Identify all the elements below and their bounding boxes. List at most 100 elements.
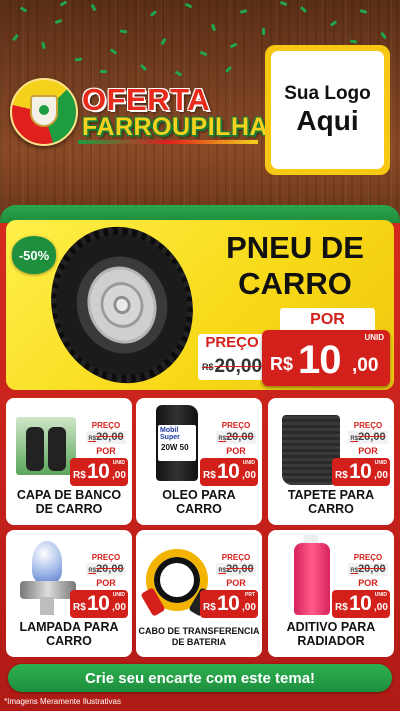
logo-text-line-1: Sua Logo: [284, 83, 371, 104]
confetti-piece: [109, 48, 118, 55]
confetti-piece: [239, 9, 248, 14]
bulb-pin: [40, 597, 54, 615]
por-label: POR: [226, 578, 246, 588]
product-card[interactable]: PREÇO R$20,00 POR UNID R$ 10,00 TAPETE PARA CA…: [268, 398, 394, 525]
old-currency: R$: [218, 568, 227, 574]
new-currency: R$: [73, 470, 86, 481]
unit-label: UNID: [112, 460, 125, 466]
featured-old-price: R$ 20,00: [198, 354, 266, 380]
logo-placeholder-inner: Sua Logo Aqui: [271, 51, 384, 169]
title-line-2: FARROUPILHA: [82, 113, 269, 141]
preco-label: PREÇO: [86, 552, 126, 563]
confetti-piece: [12, 33, 19, 42]
seat-shape: [26, 427, 44, 471]
confetti-piece: [74, 57, 83, 62]
new-price: UNID R$ 10,00: [70, 590, 128, 618]
new-price-int: 10: [217, 592, 240, 615]
featured-title: PNEU DE CARRO: [226, 230, 364, 301]
product-name: OLEO PARA CARRO: [162, 488, 236, 516]
new-price: UNID R$ 10,00: [200, 458, 258, 486]
featured-por-label: POR: [280, 308, 375, 332]
oil-can-icon: Mobil Super 20W 50: [142, 403, 208, 483]
por-label: POR: [96, 578, 116, 588]
logo-placeholder[interactable]: Sua Logo Aqui: [265, 45, 390, 175]
unit-label: UNID: [374, 460, 387, 466]
seat-shape: [48, 427, 66, 471]
product-name: LAMPADA PARA CARRO: [19, 620, 119, 648]
oil-viscosity: 20W 50: [161, 443, 189, 452]
featured-preco-label: PREÇO: [198, 334, 266, 354]
new-currency: R$: [270, 354, 294, 374]
old-price: R$20,00: [86, 431, 126, 444]
preco-label: PREÇO: [348, 552, 388, 563]
headlight-bulb-icon: [12, 535, 78, 615]
new-price-dec: ,00: [112, 470, 126, 481]
confetti-piece: [160, 37, 167, 46]
product-card[interactable]: PREÇO R$20,00 POR UNID R$ 10,00 LAMPADA PARA C…: [6, 530, 132, 657]
old-value: 20,00: [214, 356, 263, 377]
confetti-piece: [149, 10, 158, 17]
por-label: POR: [226, 446, 246, 456]
old-value: 20,00: [96, 431, 124, 443]
logo-text-line-2: Aqui: [296, 105, 359, 136]
unit-label: PRT: [245, 592, 255, 598]
old-price: R$20,00: [348, 563, 388, 576]
confetti-piece: [262, 28, 265, 35]
package-box: [16, 417, 76, 475]
confetti-piece: [100, 70, 107, 73]
por-label: POR: [358, 446, 378, 456]
preco-label: PREÇO: [348, 420, 388, 431]
unit-label: UNID: [242, 460, 255, 466]
product-card[interactable]: PREÇO R$20,00 POR PRT R$ 10,00 CABO DE TRANSFE…: [136, 530, 262, 657]
confetti-piece: [210, 23, 217, 32]
new-price-int: 10: [349, 460, 372, 483]
car-mat-icon: [274, 403, 340, 485]
flyer: OFERTA FARROUPILHA Sua Logo Aqui -50% PN…: [0, 0, 400, 711]
preco-label: PREÇO: [216, 420, 256, 431]
new-price-dec: ,00: [242, 602, 256, 613]
product-name: CAPA DE BANCO DE CARRO: [16, 488, 122, 516]
old-price: R$20,00: [348, 431, 388, 444]
confetti-piece: [90, 3, 97, 12]
new-price-int: 10: [87, 592, 110, 615]
product-card[interactable]: PREÇO R$20,00 POR UNID R$ 10,00 CAPA DE BANCO …: [6, 398, 132, 525]
confetti-piece: [59, 0, 68, 7]
unit-label: UNID: [374, 592, 387, 598]
bottle-body: [294, 543, 330, 615]
old-currency: R$: [218, 436, 227, 442]
product-name: ADITIVO PARA RADIADOR: [286, 620, 376, 648]
old-price: R$20,00: [216, 563, 256, 576]
confetti-piece: [279, 0, 288, 7]
crest-icon: [30, 95, 58, 127]
jumper-cable-icon: [140, 535, 214, 617]
new-price-int: 10: [217, 460, 240, 483]
new-price-dec: ,00: [374, 470, 388, 481]
new-price: UNID R$ 10,00: [70, 458, 128, 486]
old-value: 20,00: [226, 431, 254, 443]
confetti-piece: [299, 6, 308, 13]
new-currency: R$: [203, 602, 216, 613]
new-price-dec: ,00: [374, 602, 388, 613]
product-card[interactable]: Mobil Super 20W 50 PREÇO R$20,00 POR UNID R$ 10…: [136, 398, 262, 525]
confetti-piece: [54, 18, 63, 25]
product-name: TAPETE PARA CARRO: [287, 488, 375, 516]
por-label: POR: [96, 446, 116, 456]
old-price: R$20,00: [216, 431, 256, 444]
confetti-piece: [119, 29, 128, 34]
confetti-piece: [184, 2, 193, 9]
featured-new-price: UNID R$ 10 ,00: [262, 330, 390, 386]
tire-icon: [31, 220, 213, 390]
product-card[interactable]: PREÇO R$20,00 POR UNID R$ 10,00 ADITIVO PARA R…: [268, 530, 394, 657]
new-price-dec: ,00: [112, 602, 126, 613]
confetti-piece: [41, 41, 46, 50]
confetti-piece: [359, 9, 368, 14]
confetti-piece: [229, 42, 238, 49]
new-currency: R$: [73, 602, 86, 613]
new-price-int: 10: [87, 460, 110, 483]
cta-button[interactable]: Crie seu encarte com este tema!: [8, 664, 392, 692]
disclaimer: *Imagens Meramente Ilustrativas: [4, 697, 121, 706]
new-price: UNID R$ 10,00: [332, 590, 390, 618]
old-value: 20,00: [226, 563, 254, 575]
old-currency: R$: [88, 436, 97, 442]
preco-label: PREÇO: [86, 420, 126, 431]
